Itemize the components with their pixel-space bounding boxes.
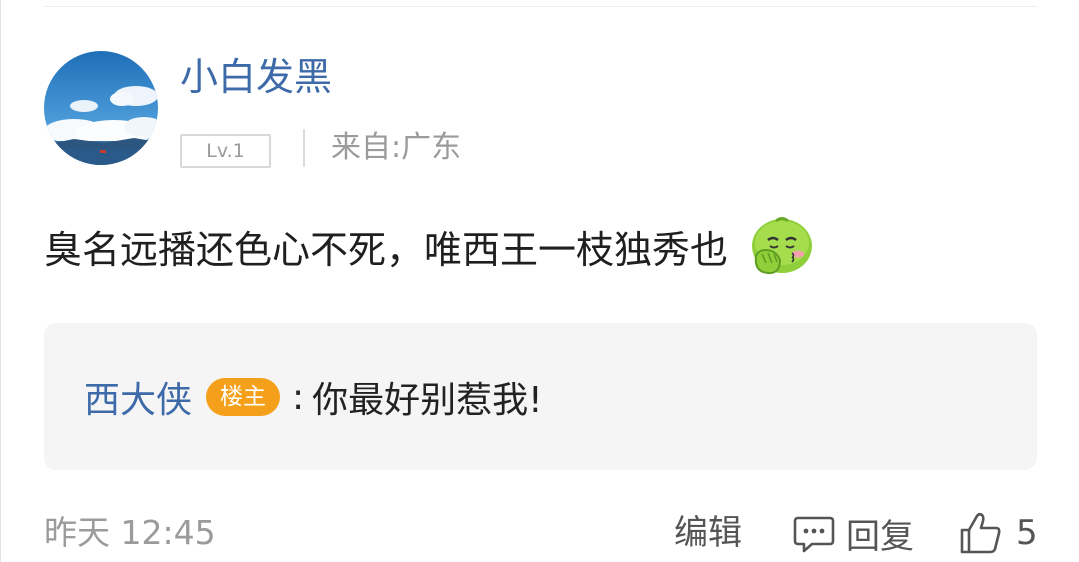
- location-prefix: 来自:: [331, 130, 402, 165]
- shy-blush-sticker-icon: [746, 216, 816, 276]
- comment-body: 臭名远播还色心不死，唯西王一枝独秀也: [44, 216, 816, 276]
- like-button[interactable]: 5: [958, 510, 1038, 556]
- top-divider: [44, 6, 1037, 7]
- reply-separator: :: [292, 376, 305, 418]
- meta-separator: [303, 129, 305, 167]
- level-badge: Lv.1: [180, 134, 271, 168]
- location-value: 广东: [401, 130, 462, 165]
- comment-text: 臭名远播还色心不死，唯西王一枝独秀也: [44, 227, 729, 272]
- timestamp: 昨天 12:45: [44, 513, 216, 552]
- reply-button-label: 回复: [846, 516, 914, 557]
- reply-line: 西大侠 楼主 : 你最好别惹我!: [84, 371, 543, 423]
- username[interactable]: 小白发黑: [180, 52, 332, 102]
- thumbs-up-icon: [958, 510, 1004, 556]
- location-label: 来自:广东: [331, 127, 461, 169]
- comment-bubble-icon: [792, 511, 836, 555]
- edit-button[interactable]: 编辑: [674, 510, 742, 556]
- like-count: 5: [1016, 513, 1038, 553]
- comment-card: 小白发黑 Lv.1 来自:广东 臭名远播还色心不死，唯西王一枝独秀也 西大侠 楼…: [0, 0, 1079, 562]
- avatar[interactable]: [44, 51, 158, 165]
- reply-preview[interactable]: 西大侠 楼主 : 你最好别惹我!: [44, 323, 1037, 470]
- reply-text: 你最好别惹我!: [312, 380, 543, 421]
- reply-button[interactable]: 回复: [792, 510, 914, 557]
- reply-author[interactable]: 西大侠: [84, 371, 192, 423]
- owner-badge: 楼主: [206, 378, 281, 416]
- left-border: [0, 0, 1, 562]
